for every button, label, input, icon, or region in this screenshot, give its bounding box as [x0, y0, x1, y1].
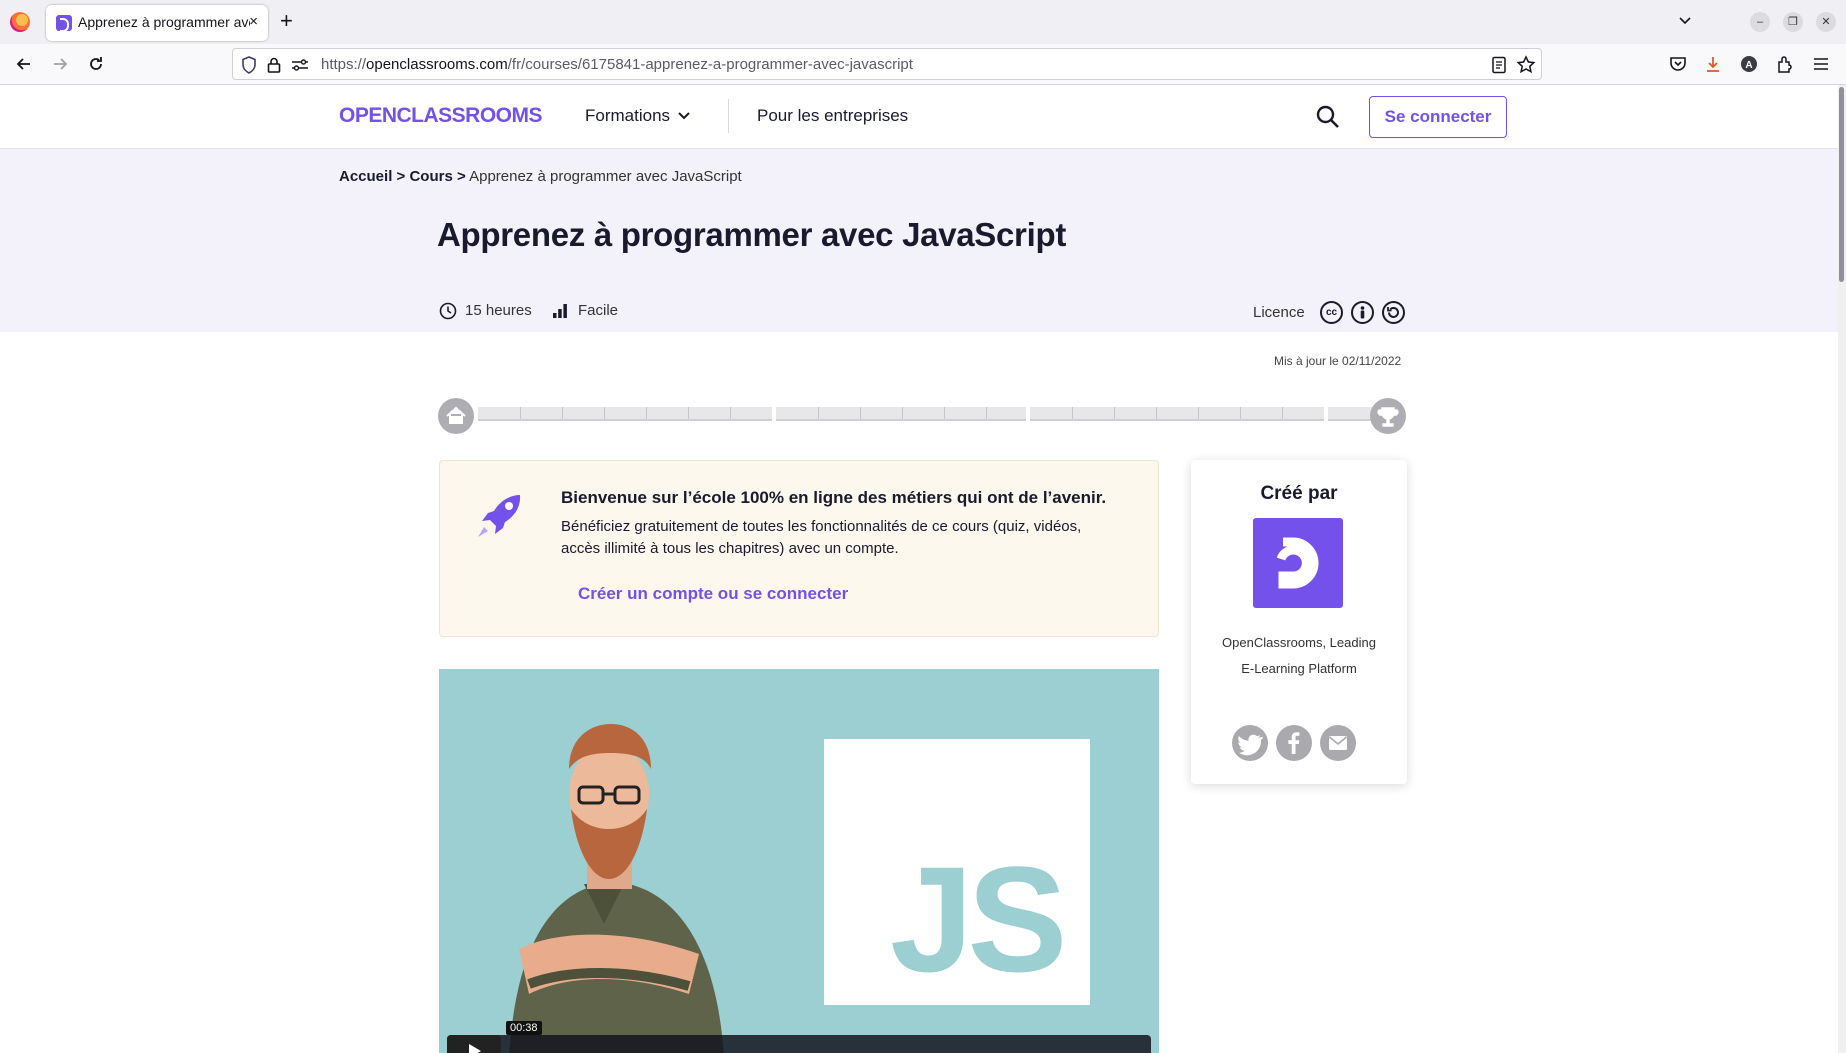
minimize-button[interactable]: –	[1750, 12, 1770, 32]
site-header: OPENCLASSROOMS Formations Pour les entre…	[0, 85, 1846, 149]
shield-icon[interactable]	[241, 56, 257, 74]
tab-close-button[interactable]: ×	[249, 13, 258, 30]
last-updated: Mis à jour le 02/11/2022	[1274, 354, 1402, 368]
video-time: 00:38	[506, 1021, 542, 1035]
email-icon[interactable]	[1320, 725, 1356, 761]
maximize-button[interactable]: ❐	[1783, 12, 1803, 32]
trophy-icon[interactable]	[1370, 398, 1406, 434]
play-button[interactable]	[447, 1035, 501, 1053]
entreprises-link[interactable]: Pour les entreprises	[757, 106, 908, 126]
home-icon[interactable]	[438, 398, 474, 434]
url-text: https://openclassrooms.com/fr/courses/61…	[321, 56, 913, 73]
address-bar[interactable]: https://openclassrooms.com/fr/courses/61…	[232, 48, 1542, 80]
breadcrumb-courses[interactable]: Cours	[409, 168, 452, 185]
scrollbar-thumb[interactable]	[1839, 87, 1844, 282]
presenter-image	[489, 699, 729, 1053]
page-scrollbar[interactable]	[1838, 85, 1846, 1053]
progress-part-3[interactable]	[1030, 407, 1324, 421]
chevron-down-icon[interactable]	[677, 111, 691, 121]
close-window-button[interactable]: ✕	[1816, 12, 1836, 32]
share-alike-icon[interactable]	[1382, 301, 1405, 324]
rocket-icon	[474, 491, 526, 541]
tab-title: Apprenez à programmer avec JavaScript	[78, 14, 250, 30]
clock-icon	[439, 302, 457, 320]
video-controls[interactable]	[447, 1035, 1151, 1053]
firefox-icon[interactable]	[10, 12, 30, 32]
forward-arrow-icon[interactable]	[50, 54, 70, 74]
header-divider	[728, 99, 729, 133]
tab-list-chevron-icon[interactable]	[1677, 12, 1693, 28]
account-avatar-icon[interactable]: A	[1739, 54, 1759, 74]
back-arrow-icon[interactable]	[14, 54, 34, 74]
progress-part-1[interactable]	[478, 407, 772, 421]
reader-view-icon[interactable]	[1491, 56, 1507, 74]
login-button[interactable]: Se connecter	[1369, 96, 1507, 138]
extensions-icon[interactable]	[1775, 54, 1795, 74]
welcome-title: Bienvenue sur l’école 100% en ligne des …	[561, 488, 1107, 507]
new-tab-button[interactable]: +	[280, 8, 293, 34]
course-progress	[438, 398, 1408, 434]
downloads-icon[interactable]	[1703, 54, 1723, 74]
author-name[interactable]: OpenClassrooms, Leading E-Learning Platf…	[1191, 630, 1407, 682]
browser-tab-bar: Apprenez à programmer avec JavaScript × …	[0, 0, 1846, 44]
course-video[interactable]: JS 00:38	[439, 669, 1159, 1053]
svg-text:A: A	[1745, 60, 1752, 71]
progress-part-4[interactable]	[1328, 407, 1372, 421]
browser-nav-bar: https://openclassrooms.com/fr/courses/61…	[0, 44, 1846, 85]
author-heading: Créé par	[1260, 483, 1338, 504]
author-logo[interactable]	[1253, 518, 1343, 608]
create-account-link[interactable]: Créer un compte ou se connecter	[578, 584, 848, 604]
licence-label: Licence	[1253, 304, 1305, 321]
search-icon[interactable]	[1315, 104, 1341, 130]
reload-icon[interactable]	[86, 54, 106, 74]
facebook-icon[interactable]	[1276, 725, 1312, 761]
course-duration: 15 heures	[465, 302, 532, 319]
page-title: Apprenez à programmer avec JavaScript	[437, 216, 1067, 253]
formations-menu[interactable]: Formations	[585, 106, 670, 126]
course-difficulty: Facile	[578, 302, 619, 319]
welcome-body: Bénéficiez gratuitement de toutes les fo…	[561, 518, 1082, 557]
browser-tab[interactable]: Apprenez à programmer avec JavaScript ×	[46, 5, 268, 41]
pocket-icon[interactable]	[1668, 54, 1688, 74]
twitter-icon[interactable]	[1232, 725, 1268, 761]
menu-hamburger-icon[interactable]	[1811, 54, 1831, 74]
breadcrumb-home[interactable]: Accueil	[339, 168, 392, 185]
progress-part-2[interactable]	[776, 407, 1026, 421]
breadcrumb: Accueil > Cours > Apprenez à programmer …	[339, 168, 742, 185]
permissions-icon[interactable]	[291, 57, 309, 73]
creative-commons-icon[interactable]: cc	[1320, 301, 1343, 324]
openclassrooms-favicon-icon	[56, 15, 72, 32]
difficulty-bars-icon	[552, 303, 568, 319]
openclassrooms-logo[interactable]: OPENCLASSROOMS	[339, 104, 543, 128]
welcome-banner: Bienvenue sur l’école 100% en ligne des …	[439, 460, 1159, 637]
javascript-logo: JS	[824, 739, 1090, 1005]
author-card: Créé par OpenClassrooms, Leading E-Learn…	[1191, 460, 1407, 784]
lock-icon[interactable]	[267, 56, 281, 74]
breadcrumb-current: Apprenez à programmer avec JavaScript	[469, 168, 742, 185]
attribution-icon[interactable]	[1351, 301, 1374, 324]
bookmark-star-icon[interactable]	[1516, 55, 1536, 75]
